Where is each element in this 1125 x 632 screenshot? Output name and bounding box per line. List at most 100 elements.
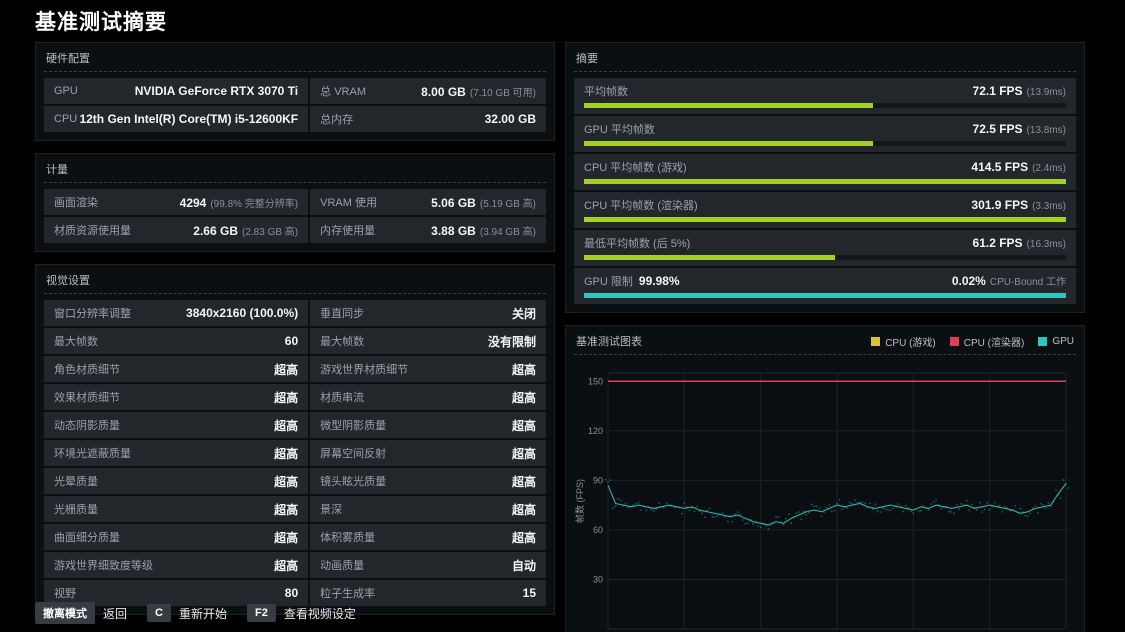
summary-value: 301.9 FPS xyxy=(971,198,1028,212)
metric-subvalue: (2.83 GB 高) xyxy=(242,223,298,238)
setting-cell: 环境光遮蔽质量 超高 xyxy=(44,440,308,466)
setting-value: 超高 xyxy=(274,473,298,490)
setting-value: 超高 xyxy=(274,557,298,574)
legend-label: CPU (游戏) xyxy=(885,334,936,349)
setting-cell: 屏幕空间反射 超高 xyxy=(310,440,546,466)
setting-label: 最大帧数 xyxy=(54,333,98,349)
setting-label: 总内存 xyxy=(320,111,353,127)
summary-panel-title: 摘要 xyxy=(576,50,598,66)
setting-label: 效果材质细节 xyxy=(54,389,120,405)
summary-label: GPU 限制 xyxy=(584,273,633,289)
summary-bar-track xyxy=(584,217,1066,222)
summary-row: GPU 平均帧数 72.5 FPS (13.8ms) xyxy=(574,116,1076,152)
setting-value: NVIDIA GeForce RTX 3070 Ti xyxy=(135,84,298,98)
summary-value-group: 61.2 FPS (16.3ms) xyxy=(973,236,1066,250)
footer-action[interactable]: C 重新开始 xyxy=(147,604,227,622)
setting-cell: GPU NVIDIA GeForce RTX 3070 Ti xyxy=(44,78,308,104)
setting-cell: 最大帧数 60 xyxy=(44,328,308,354)
summary-bar-fill xyxy=(584,141,873,146)
setting-value: 超高 xyxy=(512,473,536,490)
metrics-panel-header: 计量 xyxy=(44,159,546,183)
setting-value-group: 超高 xyxy=(274,389,298,406)
summary-label-value: 99.98% xyxy=(639,274,680,288)
summary-value: 61.2 FPS xyxy=(973,236,1023,250)
setting-value-group: NVIDIA GeForce RTX 3070 Ti xyxy=(135,84,298,98)
metric-cell: 画面渲染 4294(99.8% 完整分辨率) xyxy=(44,189,308,215)
summary-row-line: GPU 平均帧数 72.5 FPS (13.8ms) xyxy=(584,121,1066,137)
setting-cell: 总 VRAM 8.00 GB(7.10 GB 可用) xyxy=(310,78,546,104)
setting-cell: 角色材质细节 超高 xyxy=(44,356,308,382)
setting-label: 游戏世界材质细节 xyxy=(320,361,408,377)
footer-action[interactable]: 撤离模式 返回 xyxy=(35,602,127,624)
setting-value: 80 xyxy=(285,586,298,600)
setting-value: 超高 xyxy=(274,361,298,378)
setting-value: 8.00 GB xyxy=(421,85,466,99)
key-badge: C xyxy=(147,604,171,622)
summary-subvalue: (2.4ms) xyxy=(1032,163,1066,174)
metric-value: 5.06 GB xyxy=(431,196,476,210)
summary-bar-track xyxy=(584,293,1066,298)
setting-label: CPU xyxy=(54,113,77,125)
setting-value: 3840x2160 (100.0%) xyxy=(186,306,298,320)
setting-value-group: 超高 xyxy=(512,389,536,406)
table-row: 材质资源使用量 2.66 GB(2.83 GB 高) 内存使用量 3.88 GB… xyxy=(44,217,546,243)
setting-label: 光晕质量 xyxy=(54,473,98,489)
summary-value: 0.02% xyxy=(952,274,986,288)
legend-item: CPU (游戏) xyxy=(871,334,936,349)
table-row: 光晕质量 超高 镜头眩光质量 超高 xyxy=(44,468,546,494)
summary-label: 最低平均帧数 (后 5%) xyxy=(584,235,690,251)
summary-rows: 平均帧数 72.1 FPS (13.9ms) xyxy=(574,78,1076,304)
metric-value: 4294 xyxy=(180,196,207,210)
summary-row: 平均帧数 72.1 FPS (13.9ms) xyxy=(574,78,1076,114)
setting-value: 超高 xyxy=(512,501,536,518)
setting-value-group: 32.00 GB xyxy=(485,112,536,126)
page-title: 基准测试摘要 xyxy=(35,6,167,36)
setting-cell: 垂直同步 关闭 xyxy=(310,300,546,326)
summary-bar-fill xyxy=(584,255,835,260)
setting-label: 角色材质细节 xyxy=(54,361,120,377)
setting-value-group: 60 xyxy=(285,334,298,348)
summary-bar-track xyxy=(584,255,1066,260)
setting-value-group: 超高 xyxy=(274,557,298,574)
setting-value: 超高 xyxy=(274,445,298,462)
metric-subvalue: (99.8% 完整分辨率) xyxy=(210,195,298,210)
metric-value: 3.88 GB xyxy=(431,224,476,238)
chart-panel-header: 基准测试图表 CPU (游戏) CPU (渲染器) xyxy=(574,331,1076,355)
setting-value: 12th Gen Intel(R) Core(TM) i5-12600KF xyxy=(79,112,298,126)
setting-value-group: 超高 xyxy=(512,417,536,434)
setting-label: 动画质量 xyxy=(320,557,364,573)
summary-label: GPU 平均帧数 xyxy=(584,121,655,137)
setting-cell: 游戏世界细致度等级 超高 xyxy=(44,552,308,578)
footer-action[interactable]: F2 查看视频设定 xyxy=(247,604,356,622)
setting-value-group: 超高 xyxy=(512,529,536,546)
setting-cell: 光晕质量 超高 xyxy=(44,468,308,494)
benchmark-chart-svg: 3060901201500102030405060帧数 (FPS)时间 (秒) xyxy=(574,363,1074,632)
setting-label: GPU xyxy=(54,85,78,97)
legend-item: CPU (渲染器) xyxy=(950,334,1025,349)
metric-label: 材质资源使用量 xyxy=(54,222,131,238)
setting-cell: 效果材质细节 超高 xyxy=(44,384,308,410)
summary-row: GPU 限制 99.98% 0.02% CPU-Bound 工作 xyxy=(574,268,1076,304)
summary-label: CPU 平均帧数 (渲染器) xyxy=(584,197,698,213)
summary-row-line: GPU 限制 99.98% 0.02% CPU-Bound 工作 xyxy=(584,273,1066,289)
action-label: 重新开始 xyxy=(179,605,227,622)
metric-cell: VRAM 使用 5.06 GB(5.19 GB 高) xyxy=(310,189,546,215)
setting-value-group: 没有限制 xyxy=(488,333,536,350)
setting-cell: 体积雾质量 超高 xyxy=(310,524,546,550)
legend-label: GPU xyxy=(1052,336,1074,347)
metric-subvalue: (3.94 GB 高) xyxy=(480,223,536,238)
summary-value-group: 72.5 FPS (13.8ms) xyxy=(973,122,1066,136)
summary-value: 72.1 FPS xyxy=(973,84,1023,98)
table-row: 画面渲染 4294(99.8% 完整分辨率) VRAM 使用 5.06 GB(5… xyxy=(44,189,546,215)
summary-value-group: 72.1 FPS (13.9ms) xyxy=(973,84,1066,98)
setting-label: 景深 xyxy=(320,501,342,517)
setting-cell: 游戏世界材质细节 超高 xyxy=(310,356,546,382)
setting-cell: 总内存 32.00 GB xyxy=(310,106,546,132)
summary-row: CPU 平均帧数 (游戏) 414.5 FPS (2.4ms) xyxy=(574,154,1076,190)
setting-value-group: 80 xyxy=(285,586,298,600)
metric-label: 画面渲染 xyxy=(54,194,98,210)
metric-label: 内存使用量 xyxy=(320,222,375,238)
setting-label: 曲面细分质量 xyxy=(54,529,120,545)
setting-value: 超高 xyxy=(274,529,298,546)
setting-cell: 材质串流 超高 xyxy=(310,384,546,410)
